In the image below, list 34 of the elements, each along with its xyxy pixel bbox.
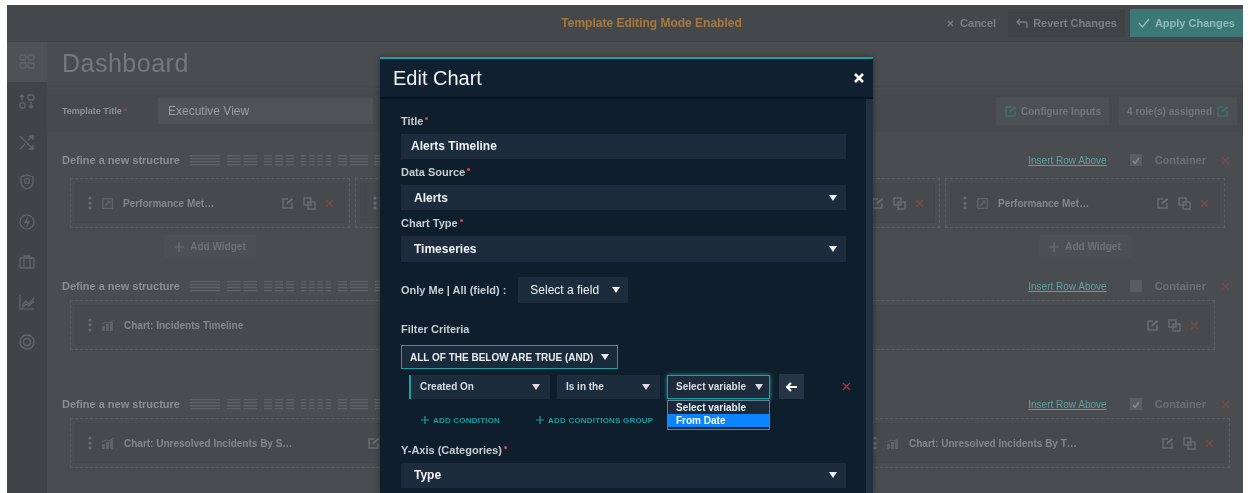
dropdown-option[interactable]: From Date [668, 413, 769, 427]
insert-row-link[interactable]: Insert Row Above [1028, 154, 1107, 166]
field-label: Template Title [62, 106, 122, 116]
dropdown[interactable]: Type [401, 462, 846, 488]
filter-mode-dropdown[interactable]: ALL OF THE BELOW ARE TRUE (AND) [401, 345, 619, 369]
structure-label: Define a new structure [62, 154, 180, 166]
text-field[interactable]: Alerts Timeline [401, 133, 846, 160]
dropdown[interactable]: Select a field [518, 276, 629, 303]
widget-title: Chart: Unresolved Incidents By S… [124, 437, 293, 449]
field-label: Y-Axis (Categories) [401, 443, 502, 456]
field-label: Data Source [401, 166, 466, 179]
field-dropdown[interactable]: Created On [411, 374, 550, 399]
widget-title: Chart: Incidents Timeline [124, 319, 244, 331]
field-label: Only Me | All (field) : [401, 282, 507, 298]
insert-row-link[interactable]: Insert Row Above [1028, 280, 1107, 292]
widget-title: Chart: Unresolved Incidents By T… [909, 437, 1077, 449]
insert-row-link[interactable]: Insert Row Above [1028, 398, 1107, 410]
field-label: Title [401, 114, 424, 127]
widget-title: Performance Met… [123, 197, 215, 209]
dropdown-option[interactable]: Select variable [668, 400, 769, 414]
operator-dropdown[interactable]: Is in the [557, 374, 660, 399]
field-label: Chart Type [401, 217, 458, 230]
field-label: Filter Criteria [401, 323, 470, 336]
variable-dropdown[interactable]: Select variable [667, 374, 770, 399]
dropdown[interactable]: Timeseries [401, 236, 846, 262]
structure-label: Define a new structure [62, 280, 180, 292]
add-conditions-group-link[interactable]: ADD CONDITIONS GROUP [536, 415, 654, 425]
template-title-field[interactable]: Executive View [158, 98, 373, 124]
widget-title: Performance Met… [998, 197, 1090, 209]
add-condition-link[interactable]: ADD CONDITION [421, 415, 501, 425]
dialog-title: Edit Chart [393, 66, 483, 90]
structure-label: Define a new structure [62, 398, 180, 410]
dropdown[interactable]: Alerts [401, 184, 846, 211]
mode-message: Template Editing Mode Enabled [560, 16, 743, 30]
